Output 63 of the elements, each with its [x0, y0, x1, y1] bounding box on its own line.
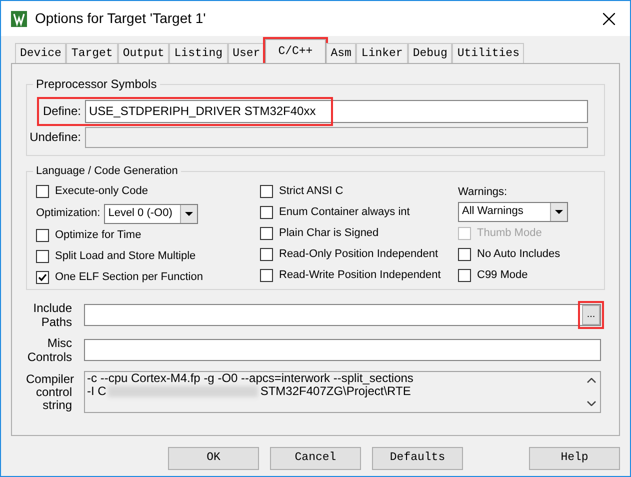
misc-controls-label: Misc Controls	[26, 336, 72, 364]
caret-icon	[185, 212, 194, 216]
checkbox-label: Enum Container always int	[279, 205, 410, 220]
compiler-string-text: -I C	[87, 385, 106, 398]
tab[interactable]: Linker	[356, 43, 408, 63]
tab[interactable]: Device	[15, 43, 66, 63]
browse-button[interactable]: ...	[582, 305, 600, 325]
dropdown-button[interactable]	[180, 204, 198, 222]
define-label: Define:	[42, 103, 81, 120]
checkbox-label: No Auto Includes	[477, 247, 560, 262]
include-paths-label: Include Paths	[32, 301, 72, 329]
tab[interactable]: Target	[66, 43, 118, 63]
app-icon	[11, 10, 27, 26]
checkbox-label: Read-Write Position Independent	[279, 268, 441, 284]
checkbox[interactable]	[260, 185, 273, 198]
warnings-label: Warnings:	[458, 184, 508, 200]
define-field[interactable]: USE_STDPERIPH_DRIVER STM32F40xx	[85, 100, 588, 122]
caret-icon	[555, 210, 563, 214]
tab[interactable]: Utilities	[452, 43, 524, 63]
checkbox[interactable]	[36, 185, 49, 198]
tab[interactable]: Output	[118, 43, 170, 63]
checkbox[interactable]	[36, 250, 49, 263]
checkbox[interactable]	[260, 248, 273, 261]
checkbox[interactable]	[260, 269, 273, 282]
dialog-button[interactable]: Help	[529, 446, 620, 470]
include-paths-field[interactable]: ...	[84, 304, 601, 326]
window-title: Options for Target 'Target 1'	[35, 9, 207, 28]
compiler-string-text: -c --cpu Cortex-M4.fp -g -O0 --apcs=interwork --split_sections	[87, 371, 414, 385]
checkbox[interactable]	[458, 248, 471, 261]
group-title: Language / Code Generation	[33, 163, 181, 179]
tab[interactable]: User	[228, 43, 266, 63]
checkbox-label: Split Load and Store Multiple	[55, 249, 196, 264]
close-icon	[603, 12, 615, 24]
dropdown[interactable]: Level 0 (-O0)	[104, 204, 198, 224]
checkbox-label: Read-Only Position Independent	[279, 247, 438, 262]
compiler-string-label: Compiler control string	[26, 373, 72, 412]
dialog-button[interactable]: Defaults	[372, 446, 463, 470]
tab[interactable]: Asm	[326, 43, 356, 63]
optimization-label: Optimization:	[36, 206, 100, 222]
tab[interactable]: Listing	[169, 43, 228, 63]
compiler-string-text: STM32F407ZG\Project\RTE	[260, 385, 411, 398]
dropdown[interactable]: All Warnings	[458, 202, 568, 222]
tab[interactable]: C/C++	[265, 39, 326, 63]
undefine-label: Undefine:	[28, 129, 81, 146]
dropdown-button[interactable]	[550, 202, 567, 220]
checkbox-label: Optimize for Time	[55, 228, 142, 244]
checkbox-label: Execute-only Code	[55, 184, 148, 200]
checkbox-label: One ELF Section per Function	[55, 270, 203, 286]
check-icon	[38, 273, 47, 282]
dialog-button[interactable]: Cancel	[270, 446, 361, 470]
checkbox-label: C99 Mode	[477, 268, 528, 284]
checkbox-label: Thumb Mode	[477, 226, 542, 242]
group-title: Preprocessor Symbols	[33, 76, 160, 92]
checkbox[interactable]	[36, 229, 49, 242]
checkbox[interactable]	[458, 269, 471, 282]
checkbox[interactable]	[260, 227, 273, 240]
misc-controls-field[interactable]	[84, 339, 601, 361]
checkbox[interactable]	[260, 206, 273, 219]
dialog-button[interactable]: OK	[168, 446, 259, 470]
checkbox[interactable]	[36, 271, 49, 284]
checkbox-label: Plain Char is Signed	[279, 226, 379, 242]
tab[interactable]: Debug	[408, 43, 452, 63]
checkbox-label: Strict ANSI C	[279, 184, 344, 200]
